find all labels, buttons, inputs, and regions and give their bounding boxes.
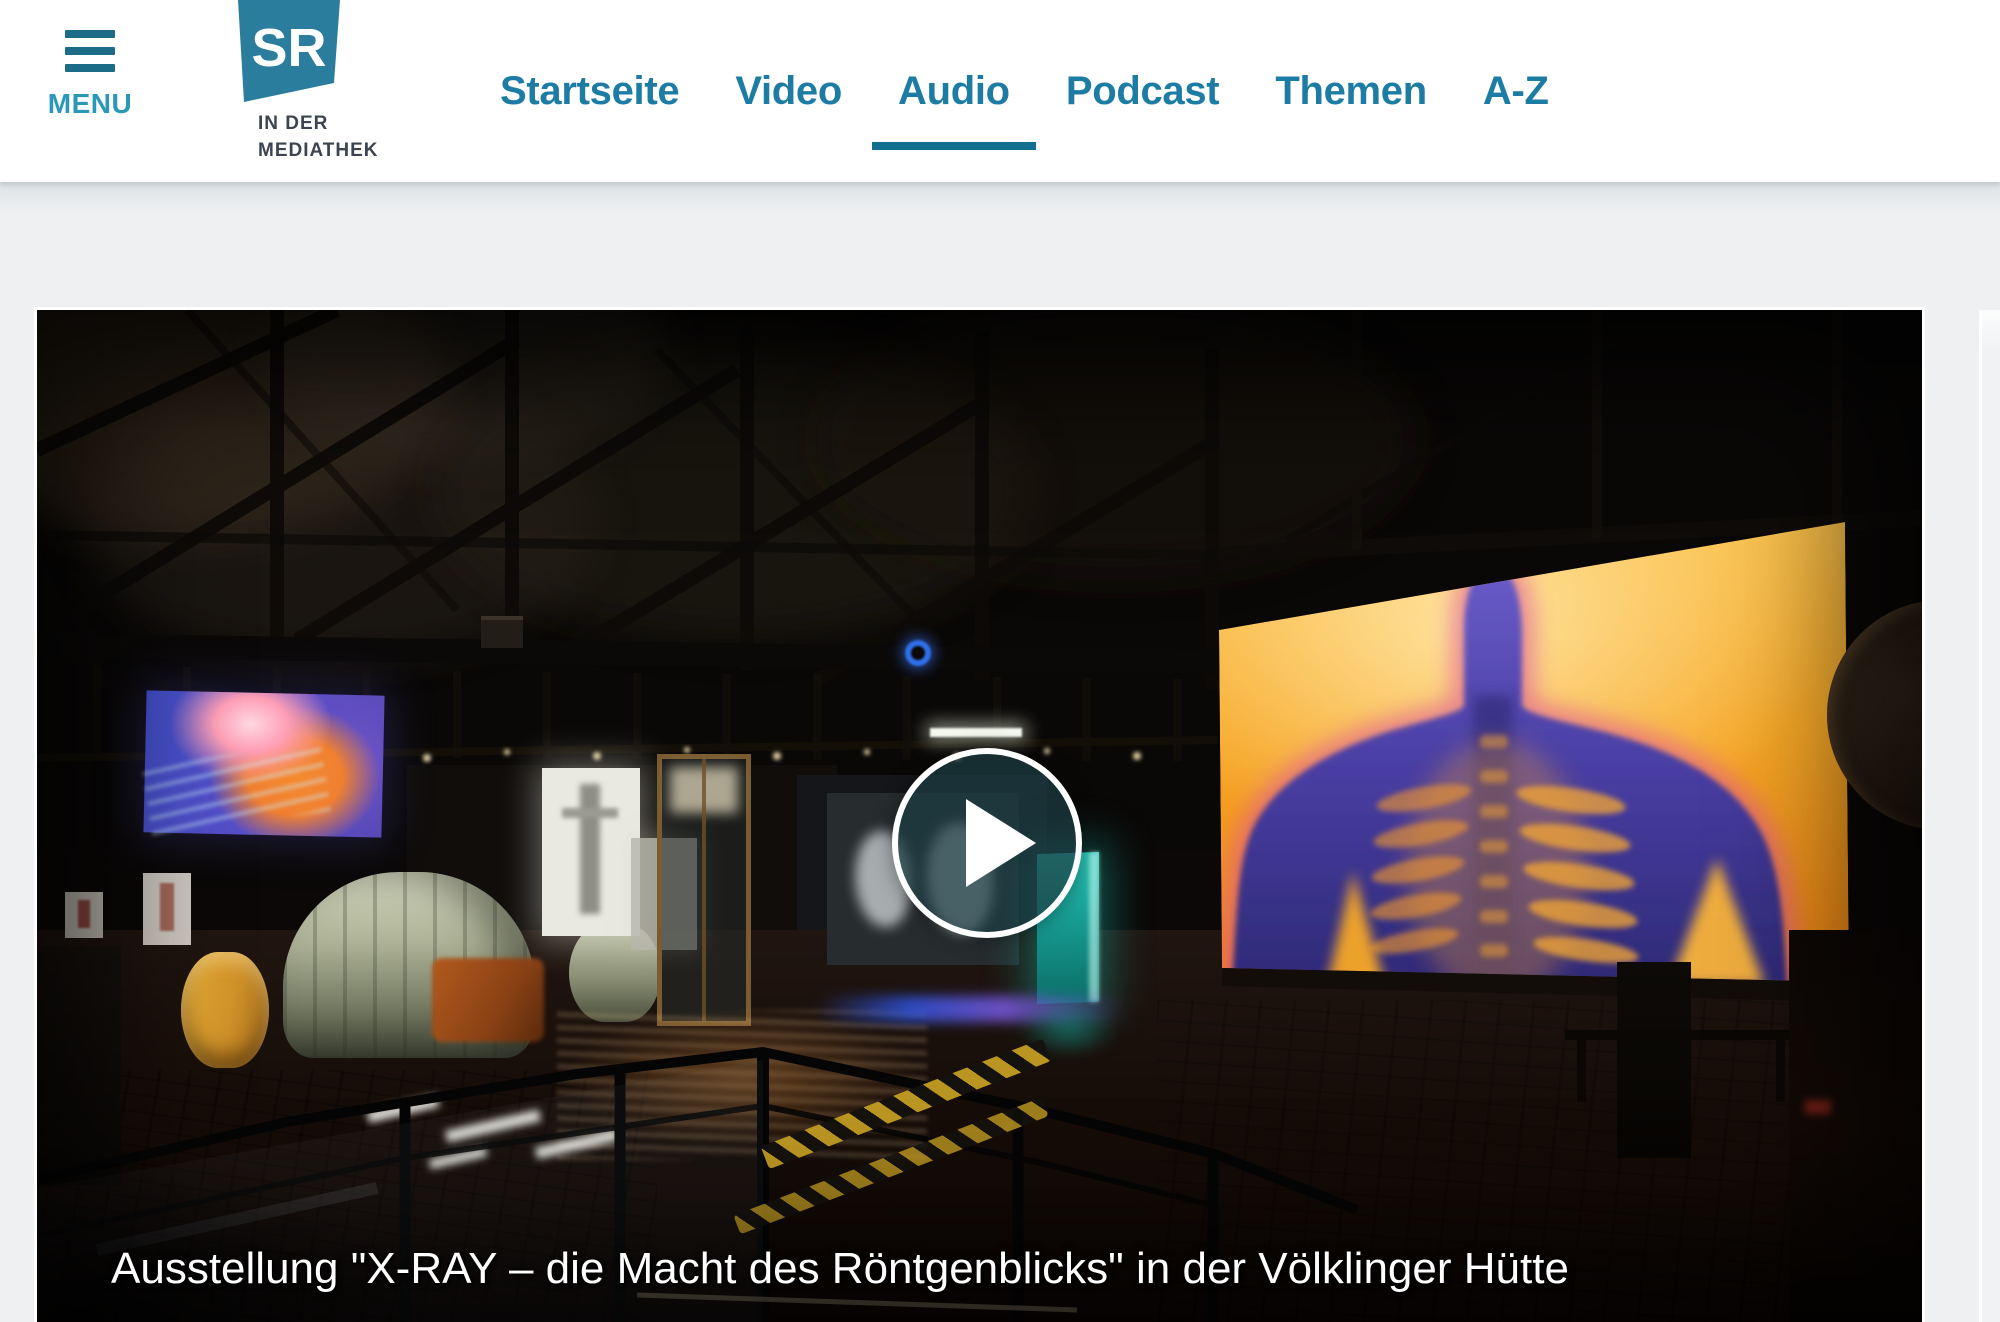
sr-logo[interactable]: SR IN DER MEDIATHEK [235, 0, 405, 168]
sr-logo-mark: SR [235, 0, 345, 104]
play-button[interactable] [892, 748, 1082, 938]
hamburger-icon [65, 30, 115, 72]
main-nav: Startseite Video Audio Podcast Themen A-… [500, 0, 1549, 182]
hero-teaser[interactable]: Ausstellung "X-RAY – die Macht des Röntg… [37, 310, 1922, 1322]
nav-item-video[interactable]: Video [735, 0, 842, 182]
nav-item-themen[interactable]: Themen [1275, 0, 1427, 182]
menu-button-label: MENU [48, 88, 132, 120]
sr-logo-initials: SR [251, 18, 326, 78]
nav-item-podcast[interactable]: Podcast [1066, 0, 1220, 182]
nav-item-audio[interactable]: Audio [898, 0, 1010, 182]
nav-item-startseite[interactable]: Startseite [500, 0, 679, 182]
nav-item-a-z[interactable]: A-Z [1483, 0, 1549, 182]
play-icon [966, 799, 1036, 887]
site-header: MENU SR IN DER MEDIATHEK Startseite Vide… [0, 0, 2000, 182]
sr-logo-tagline: IN DER MEDIATHEK [258, 110, 379, 164]
hero-caption: Ausstellung "X-RAY – die Macht des Röntg… [111, 1244, 1901, 1294]
menu-button[interactable]: MENU [44, 24, 136, 156]
next-teaser-peek[interactable] [1979, 310, 2000, 1322]
